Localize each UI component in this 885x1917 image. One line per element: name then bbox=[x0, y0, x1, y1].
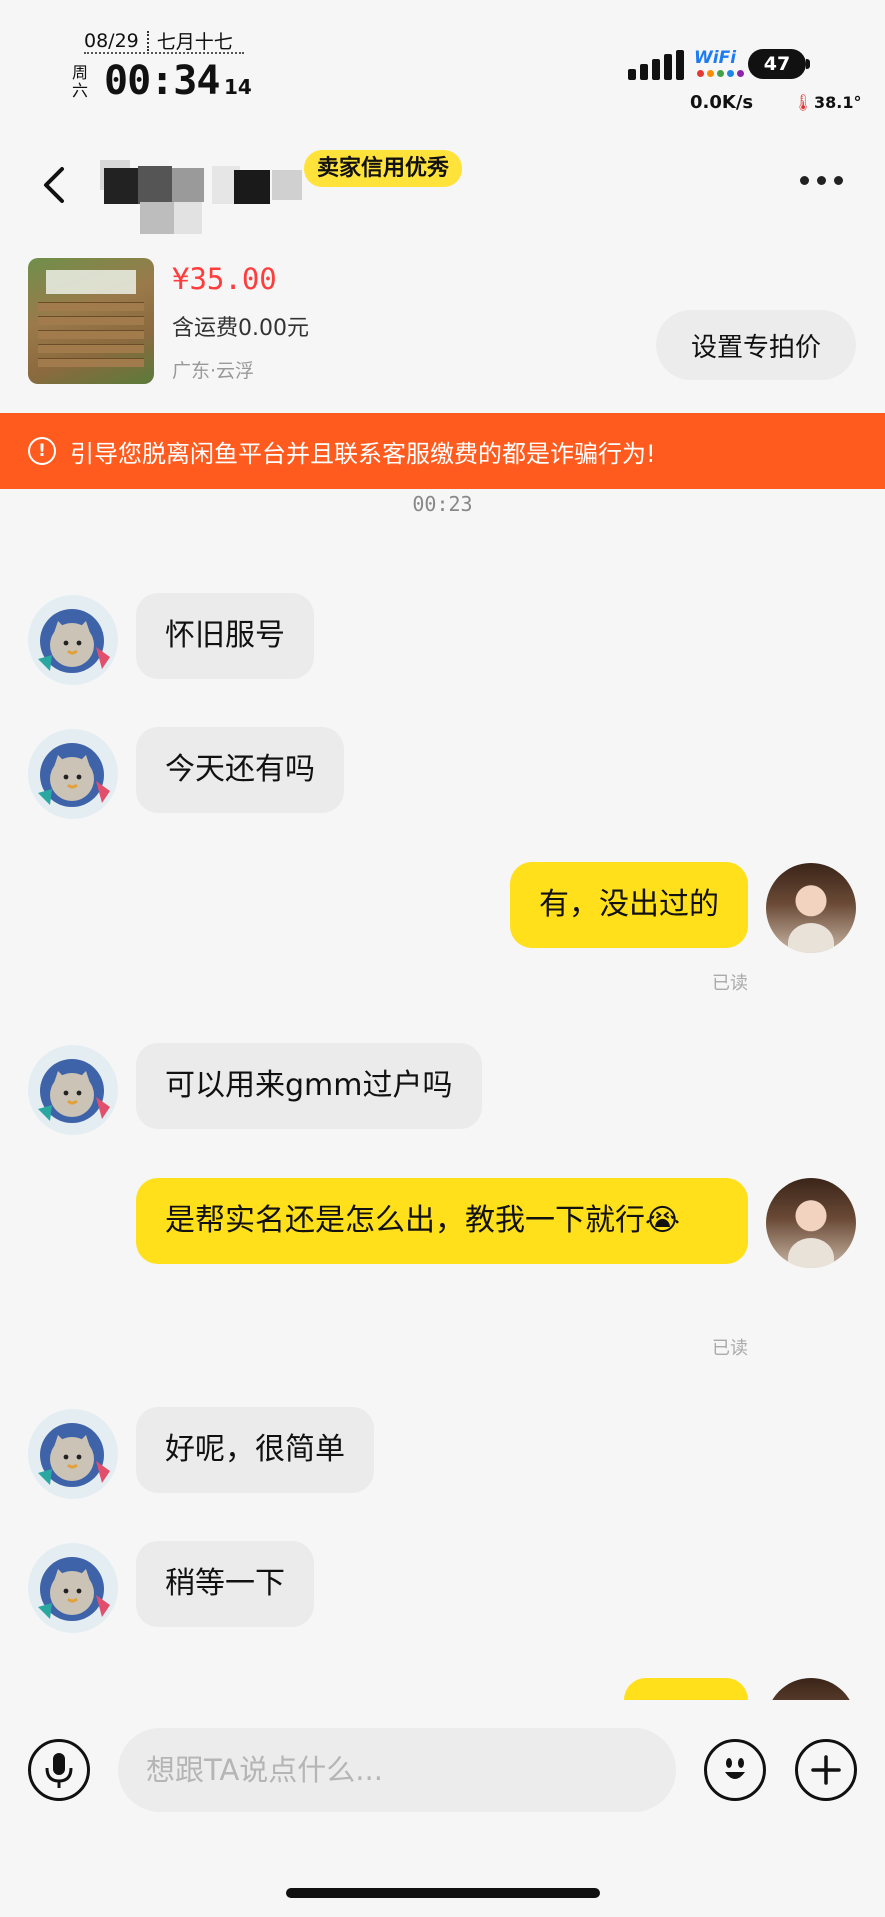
buyer-avatar[interactable] bbox=[28, 729, 118, 819]
chat-list[interactable]: 怀旧服号 今天还有吗 有，没出过的 已读 可以用来gmm过户吗 是帮实名还是怎么… bbox=[0, 0, 885, 1700]
message-bubble[interactable]: 好呢，很简单 bbox=[136, 1407, 374, 1493]
buyer-avatar[interactable] bbox=[28, 1409, 118, 1499]
buyer-avatar[interactable] bbox=[28, 1543, 118, 1633]
buyer-avatar[interactable] bbox=[28, 595, 118, 685]
seller-avatar[interactable] bbox=[766, 1678, 856, 1700]
seller-avatar[interactable] bbox=[766, 1178, 856, 1268]
microphone-icon[interactable] bbox=[28, 1739, 90, 1801]
message-bubble-partial[interactable] bbox=[624, 1678, 748, 1700]
message-bubble[interactable]: 有，没出过的 bbox=[510, 862, 748, 948]
seller-avatar[interactable] bbox=[766, 863, 856, 953]
message-input[interactable] bbox=[118, 1728, 676, 1812]
message-bubble[interactable]: 今天还有吗 bbox=[136, 727, 344, 813]
read-status: 已读 bbox=[712, 973, 748, 994]
message-bubble[interactable]: 稍等一下 bbox=[136, 1541, 314, 1627]
message-bubble[interactable]: 可以用来gmm过户吗 bbox=[136, 1043, 482, 1129]
plus-icon[interactable] bbox=[795, 1739, 857, 1801]
message-bubble[interactable]: 是帮实名还是怎么出，教我一下就行😭 bbox=[136, 1178, 748, 1264]
emoji-icon[interactable] bbox=[704, 1739, 766, 1801]
read-status: 已读 bbox=[712, 1338, 748, 1359]
buyer-avatar[interactable] bbox=[28, 1045, 118, 1135]
home-indicator[interactable] bbox=[286, 1888, 600, 1898]
message-bubble[interactable]: 怀旧服号 bbox=[136, 593, 314, 679]
